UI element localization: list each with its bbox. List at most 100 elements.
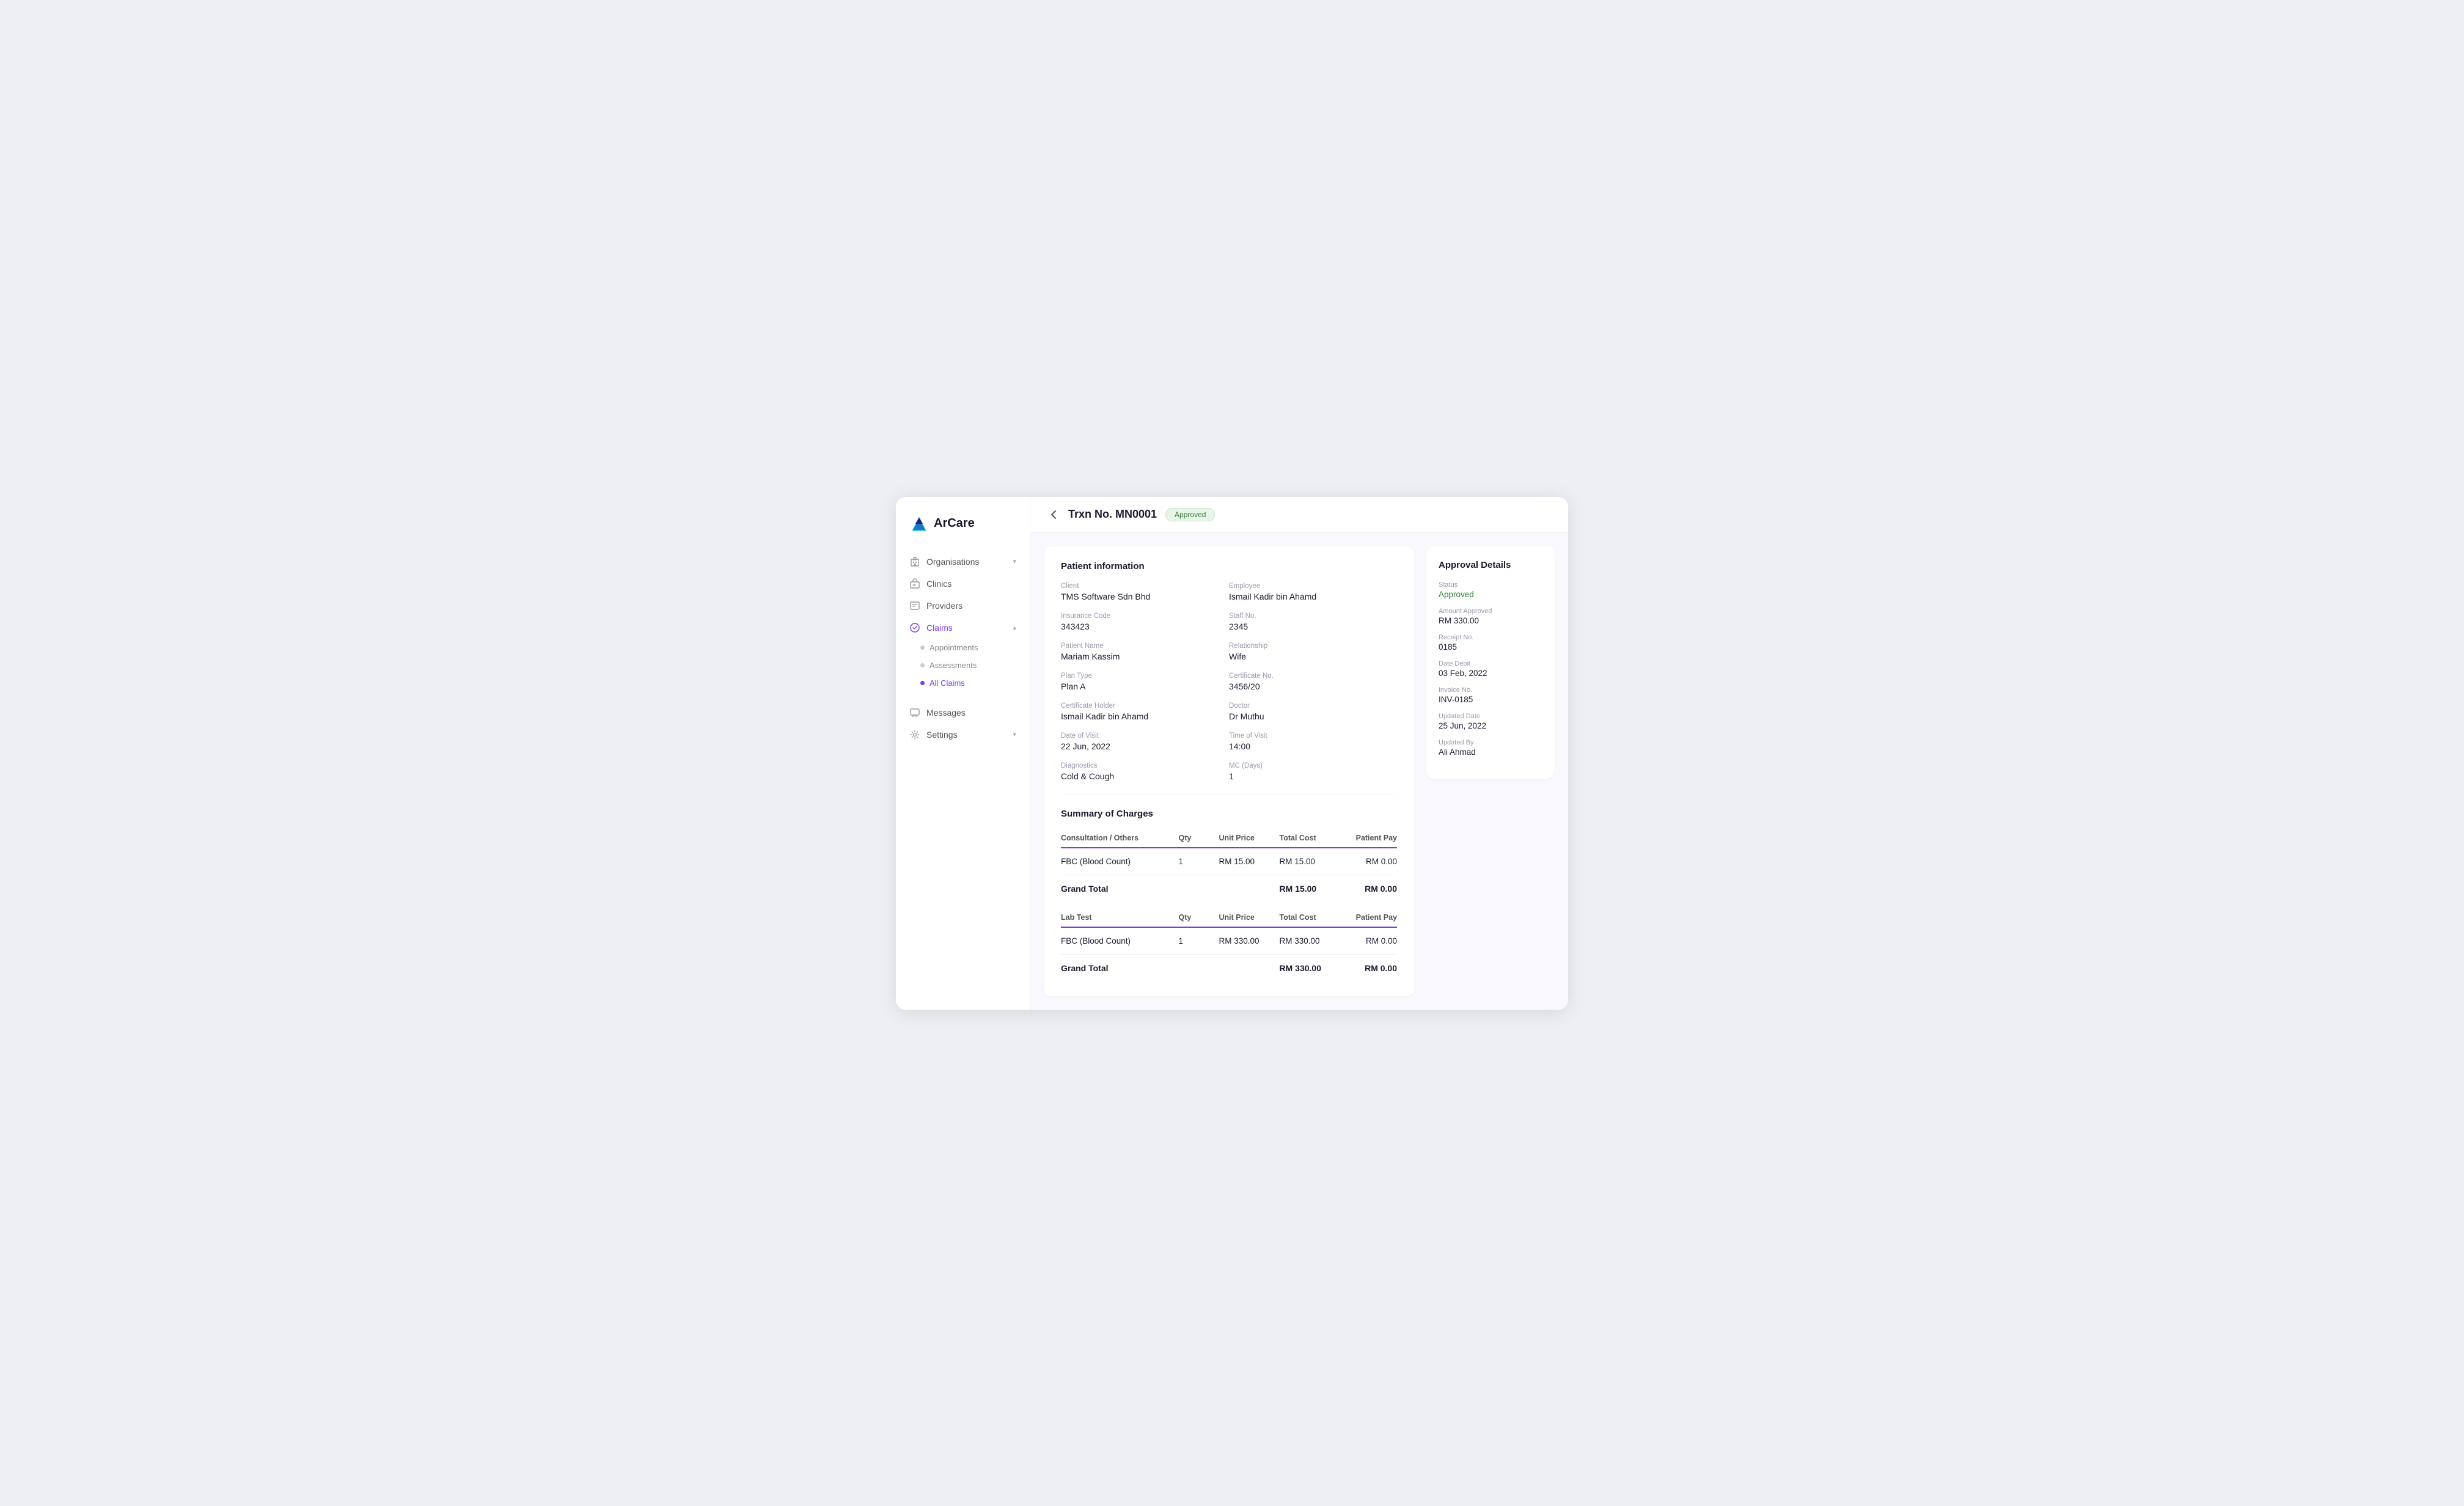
label-patient-name: Patient Name [1061, 642, 1229, 650]
sidebar-item-claims[interactable]: Claims ▴ [896, 617, 1030, 639]
col-qty-2: Qty [1179, 908, 1219, 927]
table-row: FBC (Blood Count) 1 RM 330.00 RM 330.00 … [1061, 927, 1397, 955]
chevron-down-icon: ▾ [1013, 557, 1016, 565]
info-date-of-visit: Date of Visit 22 Jun, 2022 [1061, 732, 1229, 751]
claims-icon [909, 622, 920, 633]
patient-info-grid: Client TMS Software Sdn Bhd Employee Ism… [1061, 582, 1397, 781]
charges-table-2: Lab Test Qty Unit Price Total Cost Patie… [1061, 908, 1397, 982]
grand-total-row-2: Grand Total RM 330.00 RM 0.00 [1061, 954, 1397, 982]
row1-qty: 1 [1179, 848, 1219, 875]
label-date-of-visit: Date of Visit [1061, 732, 1229, 740]
grand-total-row-1: Grand Total RM 15.00 RM 0.00 [1061, 875, 1397, 902]
col-consultation: Consultation / Others [1061, 829, 1179, 848]
value-mc-days: 1 [1229, 771, 1397, 781]
content-area: Patient information Client TMS Software … [1030, 533, 1568, 1010]
sidebar-item-settings[interactable]: Settings ▾ [896, 724, 1030, 746]
sidebar-item-messages[interactable]: Messages [896, 702, 1030, 724]
sidebar-label-clinics: Clinics [926, 579, 952, 589]
clinic-icon [909, 578, 920, 589]
sidebar-label-settings: Settings [926, 730, 958, 740]
info-time-of-visit: Time of Visit 14:00 [1229, 732, 1397, 751]
value-patient-name: Mariam Kassim [1061, 652, 1229, 661]
info-certificate-holder: Certificate Holder Ismail Kadir bin Aham… [1061, 702, 1229, 721]
patient-info-card: Patient information Client TMS Software … [1044, 546, 1414, 996]
back-button[interactable] [1047, 509, 1060, 521]
back-arrow-icon [1047, 509, 1060, 521]
col-total-cost-2: Total Cost [1280, 908, 1340, 927]
value-certificate-holder: Ismail Kadir bin Ahamd [1061, 711, 1229, 721]
main-content: Trxn No. MN0001 Approved Patient informa… [1030, 497, 1568, 1010]
grand-total-label-2: Grand Total [1061, 954, 1179, 982]
approval-value-amount: RM 330.00 [1439, 616, 1542, 625]
patient-info-title: Patient information [1061, 561, 1397, 571]
info-insurance-code: Insurance Code 343423 [1061, 612, 1229, 631]
approval-label-updated-by: Updated By [1439, 739, 1542, 746]
grand-total-cost-2: RM 330.00 [1280, 954, 1340, 982]
subnav-label-all-claims: All Claims [930, 678, 965, 688]
sidebar: ArCare Organisations ▾ Clinics [896, 497, 1030, 1010]
subnav-label-assessments: Assessments [930, 661, 977, 670]
main-panel: Patient information Client TMS Software … [1044, 546, 1414, 996]
approval-label-date-debit: Date Debit [1439, 660, 1542, 667]
grand-total-pay-2: RM 0.00 [1340, 954, 1398, 982]
info-mc-days: MC (Days) 1 [1229, 762, 1397, 781]
col-lab-test: Lab Test [1061, 908, 1179, 927]
info-client: Client TMS Software Sdn Bhd [1061, 582, 1229, 601]
label-employee: Employee [1229, 582, 1397, 590]
approval-value-updated-by: Ali Ahmad [1439, 747, 1542, 757]
label-time-of-visit: Time of Visit [1229, 732, 1397, 740]
chevron-up-icon: ▴ [1013, 623, 1016, 631]
col-patient-pay-1: Patient Pay [1340, 829, 1398, 848]
approval-value-receipt: 0185 [1439, 642, 1542, 652]
sidebar-item-clinics[interactable]: Clinics [896, 573, 1030, 595]
sidebar-label-providers: Providers [926, 601, 963, 611]
value-time-of-visit: 14:00 [1229, 741, 1397, 751]
sidebar-item-organisations[interactable]: Organisations ▾ [896, 551, 1030, 573]
info-doctor: Doctor Dr Muthu [1229, 702, 1397, 721]
arcare-logo-icon [909, 514, 929, 534]
approval-status: Status Approved [1439, 581, 1542, 599]
row2-qty: 1 [1179, 927, 1219, 955]
grand-total-qty-1 [1179, 875, 1219, 902]
charges-table-1: Consultation / Others Qty Unit Price Tot… [1061, 829, 1397, 902]
grand-total-label-1: Grand Total [1061, 875, 1179, 902]
sidebar-label-claims: Claims [926, 623, 953, 633]
sidebar-label-organisations: Organisations [926, 557, 979, 567]
sidebar-label-messages: Messages [926, 708, 966, 718]
value-employee: Ismail Kadir bin Ahamd [1229, 592, 1397, 601]
row1-name: FBC (Blood Count) [1061, 848, 1179, 875]
row2-patient-pay: RM 0.00 [1340, 927, 1398, 955]
charges-title: Summary of Charges [1061, 809, 1397, 819]
sidebar-item-providers[interactable]: Providers [896, 595, 1030, 617]
row1-patient-pay: RM 0.00 [1340, 848, 1398, 875]
label-staff-no: Staff No. [1229, 612, 1397, 620]
approval-date-debit: Date Debit 03 Feb, 2022 [1439, 660, 1542, 678]
value-client: TMS Software Sdn Bhd [1061, 592, 1229, 601]
table-row: FBC (Blood Count) 1 RM 15.00 RM 15.00 RM… [1061, 848, 1397, 875]
label-diagnostics: Diagnostics [1061, 762, 1229, 770]
label-doctor: Doctor [1229, 702, 1397, 710]
table1-header-row: Consultation / Others Qty Unit Price Tot… [1061, 829, 1397, 848]
approval-label-receipt: Receipt No. [1439, 634, 1542, 641]
approval-updated-date: Updated Date 25 Jun, 2022 [1439, 713, 1542, 730]
info-plan-type: Plan Type Plan A [1061, 672, 1229, 691]
grand-total-unit-2 [1219, 954, 1280, 982]
charges-section: Summary of Charges Consultation / Others… [1061, 809, 1397, 982]
sidebar-item-appointments[interactable]: Appointments [920, 639, 1030, 656]
sidebar-item-all-claims[interactable]: All Claims [920, 674, 1030, 692]
col-patient-pay-2: Patient Pay [1340, 908, 1398, 927]
info-certificate-no: Certificate No. 3456/20 [1229, 672, 1397, 691]
grand-total-pay-1: RM 0.00 [1340, 875, 1398, 902]
approval-title: Approval Details [1439, 560, 1542, 570]
row1-unit-price: RM 15.00 [1219, 848, 1280, 875]
info-diagnostics: Diagnostics Cold & Cough [1061, 762, 1229, 781]
value-relationship: Wife [1229, 652, 1397, 661]
logo-area: ArCare [896, 514, 1030, 551]
sidebar-item-assessments[interactable]: Assessments [920, 656, 1030, 674]
claims-subnav: Appointments Assessments All Claims [896, 639, 1030, 692]
col-unit-price-1: Unit Price [1219, 829, 1280, 848]
info-patient-name: Patient Name Mariam Kassim [1061, 642, 1229, 661]
chevron-down-settings-icon: ▾ [1013, 730, 1016, 738]
label-client: Client [1061, 582, 1229, 590]
header-bar: Trxn No. MN0001 Approved [1030, 497, 1568, 533]
